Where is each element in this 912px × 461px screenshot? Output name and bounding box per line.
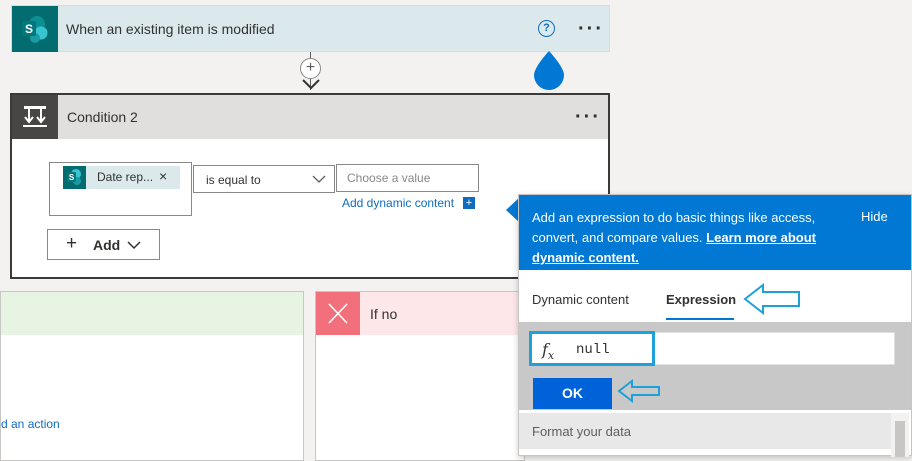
add-dynamic-content-icon[interactable]: + (463, 197, 475, 209)
condition-icon (12, 95, 58, 139)
format-label: Format your data (532, 424, 631, 439)
condition-title: Condition 2 (67, 109, 138, 125)
token-label: Date rep... (97, 170, 154, 184)
format-your-data-row[interactable]: Format your data (519, 413, 891, 449)
add-step-icon[interactable]: + (300, 58, 321, 79)
scrollbar[interactable] (891, 413, 909, 457)
close-icon (316, 292, 360, 335)
connector-arrow-icon (302, 79, 320, 90)
value-input[interactable]: Choose a value (336, 164, 479, 192)
info-text: Add an expression to do basic things lik… (532, 208, 835, 268)
sharepoint-icon: S (12, 6, 58, 52)
if-no-label: If no (370, 306, 398, 322)
tab-dynamic-content[interactable]: Dynamic content (532, 292, 629, 307)
if-no-branch[interactable]: If no (315, 291, 525, 461)
expression-popup[interactable]: Add an expression to do basic things lik… (518, 194, 912, 457)
operator-dropdown[interactable]: is equal to (193, 165, 335, 193)
add-button[interactable]: + Add (47, 229, 160, 260)
more-icon[interactable]: ··· (578, 19, 604, 39)
annotation-arrow-icon (743, 282, 800, 316)
active-tab-indicator (666, 318, 734, 320)
annotation-arrow-icon (617, 378, 660, 404)
info-banner: Add an expression to do basic things lik… (519, 195, 911, 270)
add-action-link[interactable]: d an action (1, 417, 60, 431)
operator-value: is equal to (206, 173, 261, 187)
trigger-card[interactable]: S When an existing item is modified ? ··… (11, 5, 610, 52)
scrollbar-thumb[interactable] (895, 421, 905, 457)
add-button-label: Add (93, 237, 121, 253)
condition-left-operand[interactable]: S Date rep... × (49, 162, 192, 216)
condition-header[interactable]: Condition 2 ··· (12, 95, 608, 139)
expression-area: fx null OK (519, 322, 911, 410)
close-icon[interactable]: × (159, 168, 167, 184)
hide-button[interactable]: Hide (861, 209, 888, 224)
sharepoint-icon: S (63, 166, 86, 189)
tab-expression[interactable]: Expression (666, 292, 736, 307)
help-icon[interactable]: ? (538, 20, 555, 37)
drop-marker-icon (534, 51, 564, 90)
chevron-down-icon (127, 241, 141, 250)
add-dynamic-content-link[interactable]: Add dynamic content (342, 196, 454, 210)
if-no-header[interactable]: If no (316, 292, 524, 335)
ok-button[interactable]: OK (533, 378, 612, 409)
svg-text:S: S (69, 173, 75, 182)
chevron-down-icon (312, 175, 326, 183)
dynamic-token[interactable]: S Date rep... × (63, 166, 180, 189)
more-icon[interactable]: ··· (575, 107, 601, 127)
if-yes-branch[interactable]: d an action (0, 291, 304, 461)
svg-text:S: S (25, 22, 33, 36)
trigger-title: When an existing item is modified (66, 21, 275, 37)
plus-icon: + (66, 233, 78, 254)
annotation-highlight (529, 331, 655, 366)
if-yes-header[interactable] (1, 292, 303, 335)
